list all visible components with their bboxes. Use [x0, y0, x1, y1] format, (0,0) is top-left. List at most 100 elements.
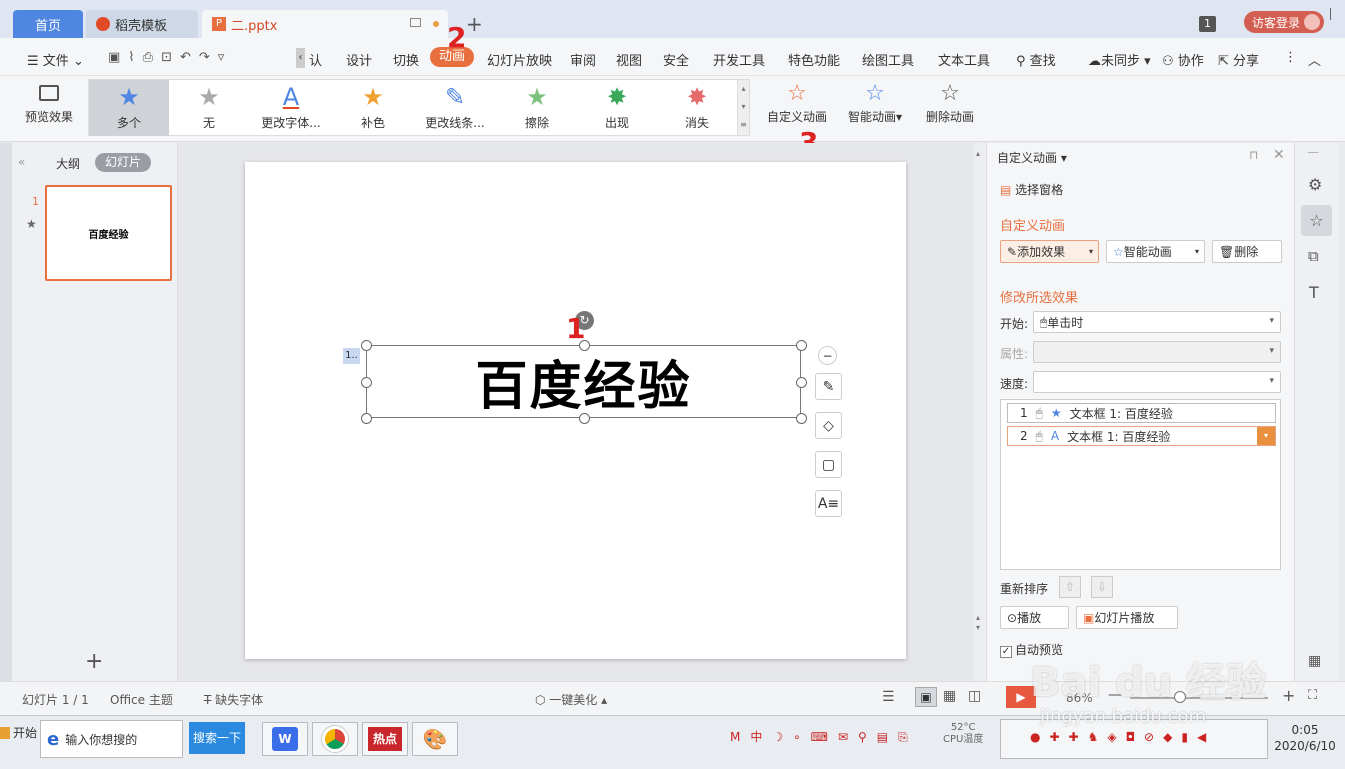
menu-search[interactable]: ⚲ 查找	[1016, 50, 1056, 69]
menu-drawing-tools[interactable]: 绘图工具	[862, 50, 914, 69]
gallery-item-change-line[interactable]: ✎ 更改线条...	[413, 80, 497, 136]
gallery-item-complement[interactable]: ★ 补色	[333, 80, 413, 136]
resize-handle[interactable]	[796, 413, 807, 424]
smart-animation-button[interactable]: ☆ 智能动画▾	[844, 78, 906, 125]
more-icon[interactable]: ⋮	[1284, 50, 1297, 65]
start-button[interactable]: 开始	[0, 724, 37, 741]
menu-view[interactable]: 视图	[616, 50, 642, 69]
collapse-panel-icon[interactable]: «	[18, 155, 25, 169]
scroll-up-icon[interactable]: ▴	[976, 149, 980, 158]
add-slide-button[interactable]: +	[85, 649, 103, 674]
shapes-icon[interactable]: ⧉	[1308, 247, 1319, 265]
format-painter-icon[interactable]: ⌇	[128, 50, 142, 65]
tab-pptx-file[interactable]: P 二.pptx	[202, 10, 448, 38]
slideshow-play-button[interactable]: ▣ 幻灯片播放	[1076, 606, 1178, 629]
slide-title[interactable]: 百度经验	[367, 346, 800, 417]
chrome-app-icon[interactable]	[312, 722, 358, 756]
gallery-item-multiple[interactable]: ★ 多个	[89, 80, 169, 136]
text-icon[interactable]: T	[1309, 283, 1319, 302]
collapse-ribbon-icon[interactable]: ︿	[1308, 50, 1321, 69]
menu-collab[interactable]: ⚇ 协作	[1162, 50, 1204, 69]
menu-design[interactable]: 设计	[346, 50, 372, 69]
gallery-item-disappear[interactable]: ✸ 消失	[657, 80, 737, 136]
customize-dropdown-icon[interactable]: ▿	[218, 50, 233, 65]
smart-animation-pane-button[interactable]: ☆ 智能动画 ▾	[1106, 240, 1205, 263]
item-dropdown-icon[interactable]: ▾	[1257, 427, 1275, 445]
fill-bucket-icon[interactable]: ◇	[815, 412, 842, 439]
animation-order-tag[interactable]: 1..	[343, 348, 360, 364]
sorter-view-icon[interactable]: ▦	[943, 688, 956, 704]
menu-security[interactable]: 安全	[663, 50, 689, 69]
scroll-down-icon[interactable]: ▴ ▾	[976, 613, 980, 633]
settings-sliders-icon[interactable]: ⚙	[1308, 175, 1322, 194]
custom-animation-button[interactable]: ☆ 自定义动画	[764, 78, 830, 125]
scroll-left-icon[interactable]: ‹	[296, 48, 305, 68]
minimize-icon[interactable]	[1330, 8, 1342, 20]
play-button[interactable]: ⊙ 播放	[1000, 606, 1069, 629]
taskbar-search-input[interactable]: e 输入你想搜的	[40, 720, 183, 758]
start-select[interactable]: 🖱 单击时 ▾	[1033, 311, 1281, 333]
resize-handle[interactable]	[579, 413, 590, 424]
guest-login-button[interactable]: 访客登录	[1244, 11, 1324, 33]
menu-insert[interactable]: 认	[309, 50, 322, 69]
delete-effect-button[interactable]: 🗑 删除	[1212, 240, 1282, 263]
resize-handle[interactable]	[361, 340, 372, 351]
text-layout-icon[interactable]: A≡	[815, 490, 842, 517]
animation-pane-icon[interactable]: ☆	[1301, 205, 1332, 236]
animation-list-item[interactable]: 1 🖱 ★ 文本框 1: 百度经验	[1007, 403, 1276, 423]
menu-transition[interactable]: 切换	[393, 50, 419, 69]
tab-home[interactable]: 首页	[13, 10, 83, 38]
menu-text-tools[interactable]: 文本工具	[938, 50, 990, 69]
resize-handle[interactable]	[796, 377, 807, 388]
normal-view-icon[interactable]: ▣	[915, 687, 937, 707]
select-pane-button[interactable]: ▤ 选择窗格	[1000, 181, 1063, 198]
edit-pen-icon[interactable]: ✎	[815, 373, 842, 400]
gallery-item-change-font[interactable]: A 更改字体...	[249, 80, 333, 136]
gallery-item-none[interactable]: ★ 无	[169, 80, 249, 136]
hot-news-app[interactable]: 热点	[362, 722, 408, 756]
menu-share[interactable]: ⇱ 分享	[1218, 50, 1259, 69]
menu-file[interactable]: ☰ 文件 ⌄	[27, 50, 84, 69]
title-textbox[interactable]: 百度经验 ↻	[361, 311, 807, 424]
menu-slideshow[interactable]: 幻灯片放映	[487, 50, 552, 69]
redo-icon[interactable]: ↷	[199, 50, 218, 65]
reading-view-icon[interactable]: ◫	[968, 688, 981, 704]
undo-icon[interactable]: ↶	[180, 50, 199, 65]
add-effect-button[interactable]: ✎ 添加效果 ▾	[1000, 240, 1099, 263]
lock-icon[interactable]: ⊓	[1249, 148, 1258, 162]
beautify-button[interactable]: ⬡ 一键美化 ▴	[535, 691, 607, 708]
pane-header[interactable]: 自定义动画 ▾	[997, 149, 1067, 166]
tab-slides[interactable]: 幻灯片	[95, 153, 151, 172]
apps-grid-icon[interactable]: ▦	[1308, 653, 1321, 669]
resize-handle[interactable]	[361, 377, 372, 388]
window-count-badge[interactable]: 1	[1199, 16, 1216, 32]
menu-special[interactable]: 特色功能	[788, 50, 840, 69]
notes-icon[interactable]: ☰	[882, 689, 895, 705]
tab-template[interactable]: 稻壳模板	[86, 10, 198, 38]
missing-font-button[interactable]: T̶ 缺失字体	[204, 691, 263, 708]
slide-thumbnail[interactable]: 百度经验	[45, 185, 172, 281]
menu-developer[interactable]: 开发工具	[713, 50, 765, 69]
tab-outline[interactable]: 大纲	[56, 155, 80, 172]
resize-handle[interactable]	[361, 413, 372, 424]
new-tab-button[interactable]: +	[466, 12, 483, 36]
quick-access-toolbar[interactable]: ▣⌇⎙⊡↶↷▿	[108, 50, 232, 65]
zoom-in-icon[interactable]: +	[1282, 686, 1295, 705]
move-up-icon[interactable]: ⇧	[1059, 576, 1081, 598]
gallery-scrollbar[interactable]: ▴ ▾ ≡	[737, 80, 749, 135]
delete-animation-button[interactable]: ☆ 删除动画	[922, 78, 978, 125]
fit-window-icon[interactable]: ⛶	[1308, 688, 1317, 703]
outline-icon[interactable]: ▢	[815, 451, 842, 478]
print-preview-icon[interactable]: ⊡	[161, 50, 180, 65]
tray-input-icons[interactable]: M中☽∘⌨✉⚲▤⎘	[730, 728, 918, 745]
menu-review[interactable]: 审阅	[570, 50, 596, 69]
print-icon[interactable]: ⎙	[143, 50, 161, 65]
close-icon[interactable]: ✕	[1273, 147, 1285, 163]
move-down-icon[interactable]: ⇩	[1091, 576, 1113, 598]
canvas-scrollbar[interactable]: ▴ ▴ ▾	[973, 143, 986, 681]
gallery-item-appear[interactable]: ✸ 出现	[577, 80, 657, 136]
resize-handle[interactable]	[796, 340, 807, 351]
animation-list-item[interactable]: 2 🖱 A 文本框 1: 百度经验 ▾	[1007, 426, 1276, 446]
save-icon[interactable]: ▣	[108, 50, 128, 65]
clock[interactable]: 0:05 2020/6/10	[1270, 722, 1340, 754]
